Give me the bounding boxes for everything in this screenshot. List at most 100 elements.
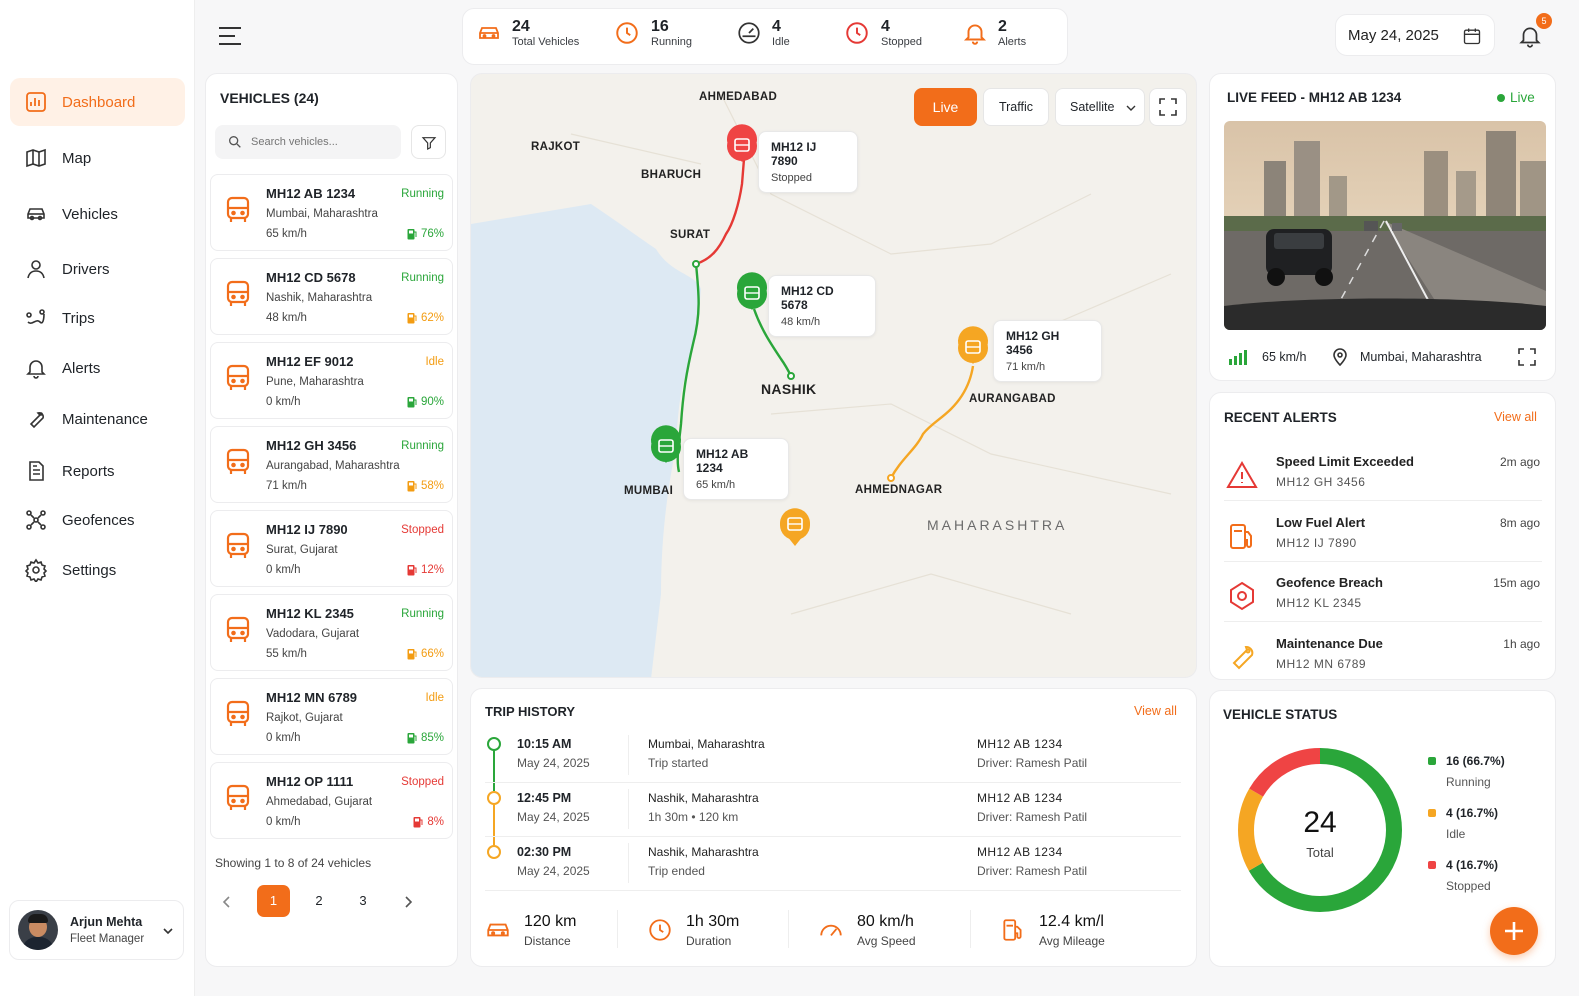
bus-icon (226, 616, 250, 642)
sidebar-item-label: Trips (62, 309, 95, 327)
marker-cd5678[interactable] (737, 272, 767, 310)
vehicle-speed: 71 km/h (266, 480, 307, 492)
vehicle-card[interactable]: MH12 EF 9012 Pune, Maharashtra 0 km/h Idle 9… (210, 342, 453, 419)
sidebar-item-label: Dashboard (62, 93, 136, 111)
vehicle-fuel: 58% (407, 480, 444, 492)
sidebar-item-map[interactable]: Map (10, 134, 185, 182)
vehicle-card[interactable]: MH12 OP 1111 Ahmedabad, Gujarat 0 km/h Stop… (210, 762, 453, 839)
trip-summary-item: 12.4 km/l Avg Mileage (1000, 910, 1105, 950)
stat-stopped[interactable]: 4 Stopped (844, 18, 922, 48)
vehicle-fuel-value: 85% (420, 732, 444, 744)
camera-feed[interactable] (1224, 121, 1546, 330)
fullscreen-button[interactable] (1149, 88, 1187, 126)
alert-row[interactable]: Low Fuel Alert MH12 IJ 7890 8m ago (1224, 508, 1542, 568)
live-button[interactable]: Live (914, 88, 977, 126)
map-label-ab1234[interactable]: MH12 AB 1234 65 km/h (683, 438, 789, 500)
sidebar-item-label: Map (62, 149, 92, 167)
sidebar-item-reports[interactable]: Reports (10, 447, 185, 495)
alert-row[interactable]: Maintenance Due MH12 MN 6789 1h ago (1224, 629, 1542, 689)
hamburger-menu-icon[interactable] (218, 26, 242, 46)
car-icon (479, 27, 499, 39)
page-button-3[interactable]: 3 (349, 885, 377, 917)
vehicle-card[interactable]: MH12 AB 1234 Mumbai, Maharashtra 65 km/h Ru… (210, 174, 453, 251)
vehicle-card[interactable]: MH12 MN 6789 Rajkot, Gujarat 0 km/h Idle 85% (210, 678, 453, 755)
city-label: MUMBAI (624, 485, 674, 497)
sidebar-item-vehicles[interactable]: Vehicles (10, 190, 185, 238)
sidebar-item-settings[interactable]: Settings (10, 546, 185, 594)
sidebar-item-maintenance[interactable]: Maintenance (10, 395, 185, 443)
bus-icon (226, 280, 250, 306)
live-indicator: Live (1497, 90, 1535, 105)
legend-swatch-idle (1428, 809, 1436, 817)
alert-row[interactable]: Speed Limit Exceeded MH12 GH 3456 2m ago (1224, 447, 1542, 507)
vehicle-fuel: 66% (407, 648, 444, 660)
wrench-icon (29, 412, 44, 429)
vehicle-plate: MH12 OP 1111 (266, 774, 354, 789)
sidebar-item-trips[interactable]: Trips (10, 294, 185, 342)
marker-gh3456[interactable] (958, 326, 989, 364)
satellite-select[interactable]: Satellite (1055, 88, 1145, 126)
chevron-right-icon[interactable] (402, 895, 414, 909)
trip-view-all-link[interactable]: View all (1134, 704, 1177, 718)
speedometer-icon (820, 924, 842, 937)
car-icon (27, 208, 45, 221)
bell-icon (963, 24, 987, 45)
alert-row[interactable]: Geofence Breach MH12 KL 2345 15m ago (1224, 568, 1542, 628)
search-box[interactable] (215, 125, 401, 159)
legend-label: Idle (1446, 827, 1466, 841)
traffic-button[interactable]: Traffic (983, 88, 1049, 126)
map-label-gh3456[interactable]: MH12 GH 3456 71 km/h (993, 320, 1102, 382)
map-label-ij7890[interactable]: MH12 IJ 7890 Stopped (758, 131, 858, 193)
search-input[interactable] (251, 136, 391, 148)
page-button-1[interactable]: 1 (257, 885, 290, 917)
legend-swatch-running (1428, 757, 1436, 765)
marker-pune[interactable] (780, 508, 810, 546)
chevron-left-icon[interactable] (221, 895, 233, 909)
geofence-icon (1230, 581, 1254, 611)
map-label-plate: MH12 AB 1234 (696, 447, 749, 475)
car-icon (487, 923, 509, 937)
trip-row[interactable]: 02:30 PM May 24, 2025 Nashik, Maharashtra T… (510, 843, 1180, 887)
vehicle-location: Pune, Maharashtra (266, 376, 364, 388)
trip-row[interactable]: 12:45 PM May 24, 2025 Nashik, Maharashtra 1… (510, 789, 1180, 833)
expand-icon[interactable] (1518, 348, 1536, 366)
sidebar-item-label: Geofences (62, 511, 135, 529)
route-node (787, 372, 795, 380)
date-picker[interactable]: May 24, 2025 (1335, 14, 1495, 56)
alert-plate: MH12 IJ 7890 (1276, 536, 1357, 550)
notification-badge: 5 (1536, 13, 1552, 29)
alerts-view-all-link[interactable]: View all (1494, 410, 1537, 424)
legend-value: 4 (16.7%) (1446, 858, 1499, 872)
trip-row[interactable]: 10:15 AM May 24, 2025 Mumbai, Maharashtra T… (510, 735, 1180, 779)
sidebar-item-dashboard[interactable]: Dashboard (10, 78, 185, 126)
sidebar-item-drivers[interactable]: Drivers (10, 245, 185, 293)
stat-idle[interactable]: 4 Idle (736, 18, 790, 48)
add-button[interactable] (1490, 907, 1538, 955)
vehicle-card[interactable]: MH12 CD 5678 Nashik, Maharashtra 48 km/h Ru… (210, 258, 453, 335)
alert-title: Speed Limit Exceeded (1276, 454, 1414, 469)
map-label-cd5678[interactable]: MH12 CD 5678 48 km/h (768, 275, 876, 337)
sidebar-item-geofences[interactable]: Geofences (10, 496, 185, 544)
stat-alerts[interactable]: 2 Alerts (962, 18, 1026, 48)
divider (628, 735, 629, 775)
user-profile[interactable]: Arjun Mehta Fleet Manager (9, 900, 184, 960)
summary-value: 12.4 km/l (1039, 912, 1104, 930)
vehicle-location: Vadodara, Gujarat (266, 628, 360, 640)
vehicle-card[interactable]: MH12 IJ 7890 Surat, Gujarat 0 km/h Stopped 1… (210, 510, 453, 587)
filter-button[interactable] (411, 125, 446, 159)
feed-speed: 65 km/h (1262, 350, 1307, 364)
stat-value: 24 (512, 18, 530, 35)
marker-ij7890[interactable] (727, 124, 757, 162)
fuel-icon (413, 817, 423, 828)
stat-label: Total Vehicles (512, 36, 580, 48)
divider (628, 789, 629, 829)
page-button-2[interactable]: 2 (305, 885, 333, 917)
sidebar-item-alerts[interactable]: Alerts (10, 344, 185, 392)
stat-total-vehicles[interactable]: 24 Total Vehicles (476, 18, 579, 48)
trip-timeline (487, 737, 501, 859)
stat-running[interactable]: 16 Running (614, 18, 692, 48)
vehicle-card[interactable]: MH12 KL 2345 Vadodara, Gujarat 55 km/h Runn… (210, 594, 453, 671)
vehicle-card[interactable]: MH12 GH 3456 Aurangabad, Maharashtra 71 km… (210, 426, 453, 503)
marker-ab1234[interactable] (651, 425, 681, 463)
stat-value: 4 (772, 18, 781, 35)
